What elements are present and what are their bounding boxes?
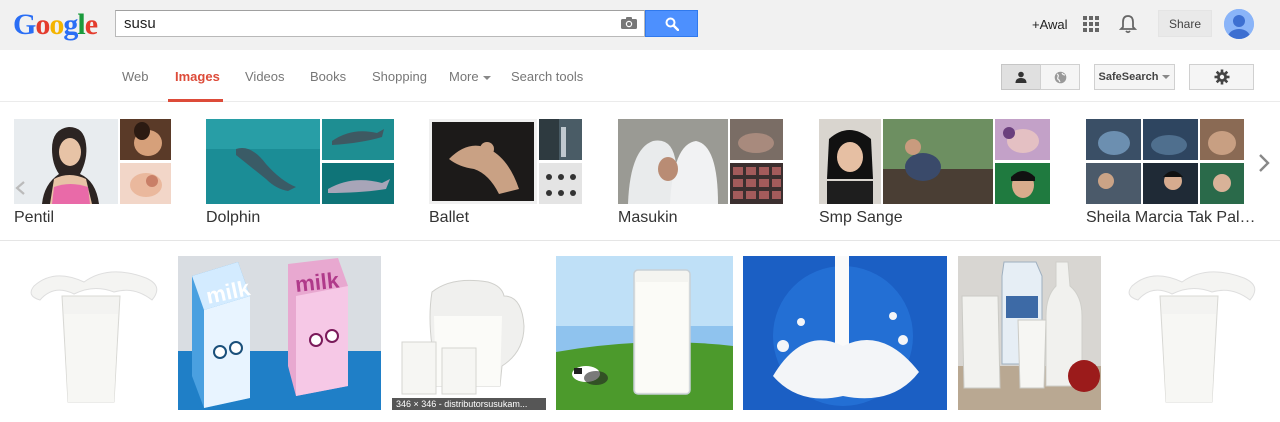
related-thumbnail [429,119,537,204]
safesearch-label: SafeSearch [1098,71,1159,83]
logo-letter: l [77,8,85,41]
private-results-button[interactable] [1001,64,1041,90]
search-box [115,10,645,37]
search-input[interactable] [116,11,606,36]
active-tab-indicator [168,99,223,102]
related-thumbnail [730,163,783,204]
image-result[interactable]: milk milk [178,256,381,410]
related-thumbnail [1143,119,1198,160]
tab-videos[interactable]: Videos [245,69,285,84]
svg-text:milk: milk [294,267,341,297]
top-bar: Google +Awal Share [0,0,1280,50]
image-result-caption: 346 × 346 - distributorsusukam... [392,398,546,410]
related-search-label: Sheila Marcia Tak Pal… [1086,209,1256,226]
related-search-label: Masukin [618,209,678,226]
tab-images[interactable]: Images [175,69,220,84]
related-thumbnail [206,119,320,204]
image-result[interactable]: 346 × 346 - distributorsusukam... [392,256,546,410]
tab-shopping[interactable]: Shopping [372,69,427,84]
related-searches: Pentil Dolphin Ballet Masukin Smp Sange … [0,103,1280,241]
settings-button[interactable] [1189,64,1254,90]
person-icon [1015,71,1027,83]
safesearch-dropdown[interactable]: SafeSearch [1094,64,1175,90]
camera-icon[interactable] [620,16,638,30]
tab-more-label: More [449,69,479,84]
chevron-left-icon[interactable] [14,181,28,195]
image-result[interactable] [14,256,168,410]
hide-private-results-button[interactable] [1040,64,1080,90]
image-result[interactable] [958,256,1101,410]
related-thumbnail [120,119,171,160]
search-tools-button[interactable]: Search tools [511,69,583,84]
related-search-label: Dolphin [206,209,261,226]
milk-jug-image [392,256,546,410]
related-thumbnail [995,163,1050,204]
share-button[interactable]: Share [1158,10,1212,37]
related-next-button[interactable] [1248,143,1280,183]
tab-more[interactable]: More [449,69,491,84]
related-thumbnail [539,119,582,160]
related-thumbnail [14,119,118,204]
related-search-label: Ballet [429,209,470,226]
gear-icon [1214,69,1229,85]
related-thumbnail [1086,119,1141,160]
nav-bar: Web Images Videos Books Shopping More Se… [0,50,1280,102]
image-results: milk milk 346 × 346 - distributorsusukam… [0,256,1280,422]
chevron-down-icon [482,75,491,80]
related-search-label: Smp Sange [819,209,903,226]
logo-letter: o [49,8,64,41]
bell-icon[interactable] [1119,14,1137,34]
related-thumbnail [995,119,1050,160]
related-thumbnail [883,119,993,204]
user-silhouette-icon [1224,9,1254,39]
related-thumbnail [120,163,171,204]
logo-letter: g [63,8,78,41]
avatar[interactable] [1224,9,1254,39]
google-logo[interactable]: Google [13,8,98,41]
related-thumbnail [322,163,394,204]
image-result[interactable] [743,256,947,410]
search-button[interactable] [645,10,698,37]
related-thumbnail [730,119,783,160]
chevron-right-icon [1259,154,1270,172]
related-thumbnail [1200,119,1244,160]
tab-web[interactable]: Web [122,69,149,84]
related-thumbnail [322,119,394,160]
apps-grid-icon[interactable] [1083,16,1099,32]
related-thumbnail [618,119,728,204]
related-thumbnail [819,119,881,204]
tab-books[interactable]: Books [310,69,346,84]
logo-letter: e [84,8,98,41]
related-thumbnail [1086,163,1141,204]
plus-profile-link[interactable]: +Awal [1032,17,1068,32]
related-thumbnail [1143,163,1198,204]
logo-letter: o [35,8,50,41]
image-result[interactable] [1112,256,1266,410]
image-result[interactable] [556,256,733,410]
search-icon [665,17,679,31]
related-thumbnail [539,163,582,204]
chevron-down-icon [1162,75,1171,79]
related-thumbnail [1200,163,1244,204]
globe-icon [1054,71,1066,83]
logo-letter: G [13,8,36,41]
related-search-label: Pentil [14,209,55,226]
